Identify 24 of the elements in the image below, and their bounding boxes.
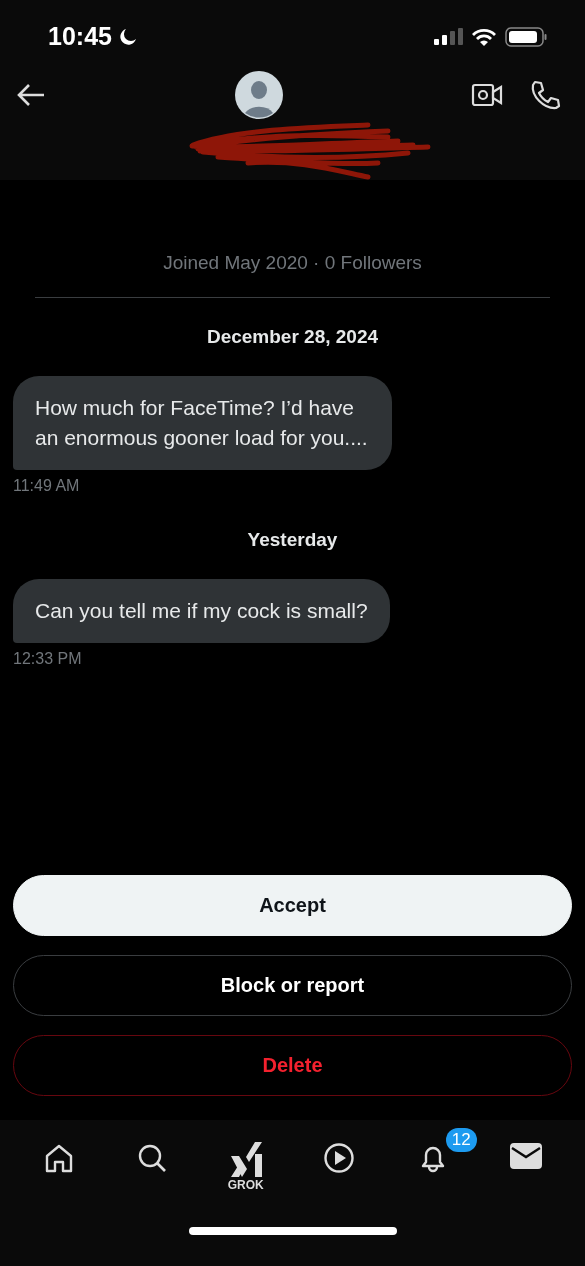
date-separator: Yesterday: [246, 529, 339, 551]
message-time: 12:33 PM: [13, 650, 83, 668]
notification-badge: 12: [445, 1128, 477, 1152]
date-separator: December 28, 2024: [205, 326, 380, 348]
play-icon[interactable]: [323, 1142, 356, 1174]
wifi-icon: [471, 26, 497, 47]
video-call-icon[interactable]: [471, 81, 503, 109]
back-icon[interactable]: [16, 82, 46, 108]
status-time: 10:45: [48, 22, 112, 51]
joined-info: Joined May 2020 · 0 Followers: [162, 252, 423, 274]
moon-icon: [117, 26, 138, 47]
grok-label[interactable]: GROK: [227, 1178, 264, 1192]
accept-button[interactable]: Accept: [13, 875, 572, 936]
delete-button[interactable]: Delete: [13, 1035, 572, 1096]
block-button[interactable]: Block or report: [13, 955, 572, 1016]
mail-icon[interactable]: [510, 1142, 543, 1170]
message-time: 11:49 AM: [13, 477, 81, 495]
phone-icon[interactable]: [529, 79, 561, 111]
message-bubble[interactable]: Can you tell me if my cock is small?: [13, 579, 390, 643]
avatar[interactable]: [234, 71, 283, 119]
battery-icon: [505, 25, 547, 48]
signal-icon: [433, 27, 463, 46]
message-bubble[interactable]: How much for FaceTime? I’d have an enormous gooner load for you....: [13, 376, 392, 470]
slash-logo-icon[interactable]: [228, 1142, 263, 1178]
